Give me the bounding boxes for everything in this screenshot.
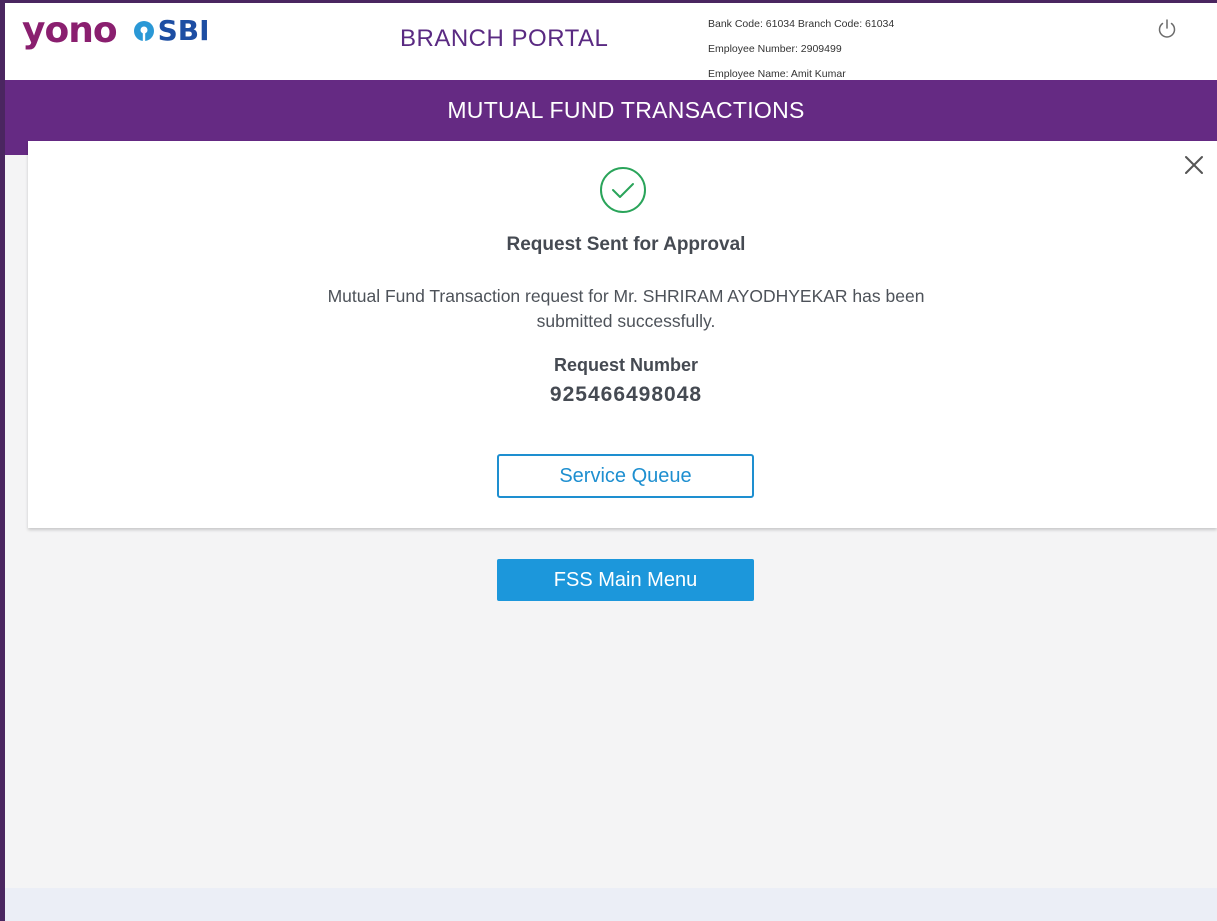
success-dialog: Request Sent for Approval Mutual Fund Tr… — [28, 141, 1217, 528]
check-circle-icon — [600, 167, 646, 213]
fss-main-menu-button[interactable]: FSS Main Menu — [497, 559, 754, 601]
portal-title: BRANCH PORTAL — [400, 25, 609, 52]
close-icon — [1185, 156, 1203, 174]
app-frame: yono SBI BRANCH PORTAL Bank Code: 61034 … — [5, 3, 1217, 921]
yono-sbi-logo: yono SBI — [22, 11, 210, 51]
close-dialog-button[interactable] — [1183, 154, 1205, 176]
employee-number: Employee Number: 2909499 — [708, 43, 842, 55]
request-number-value: 925466498048 — [549, 383, 703, 406]
footer-strip — [5, 888, 1217, 921]
power-icon — [1158, 19, 1176, 38]
dialog-message-line-2: submitted successfully. — [536, 311, 716, 331]
logo-yono-text: yono — [22, 10, 118, 51]
top-header: yono SBI BRANCH PORTAL Bank Code: 61034 … — [5, 3, 1217, 80]
dialog-title: Request Sent for Approval — [506, 234, 746, 255]
logo-sbi-text: SBI — [157, 14, 210, 47]
employee-info: Bank Code: 61034 Branch Code: 61034 Empl… — [708, 12, 894, 87]
service-queue-button[interactable]: Service Queue — [497, 454, 754, 498]
bank-branch-code: Bank Code: 61034 Branch Code: 61034 — [708, 18, 895, 30]
dialog-message-line-1: Mutual Fund Transaction request for Mr. … — [327, 286, 925, 306]
sbi-logo-icon — [133, 21, 154, 41]
request-number-label: Request Number — [553, 355, 699, 375]
logout-button[interactable] — [1155, 17, 1179, 41]
page-title: MUTUAL FUND TRANSACTIONS — [447, 97, 805, 123]
dialog-message: Mutual Fund Transaction request for Mr. … — [276, 284, 976, 334]
